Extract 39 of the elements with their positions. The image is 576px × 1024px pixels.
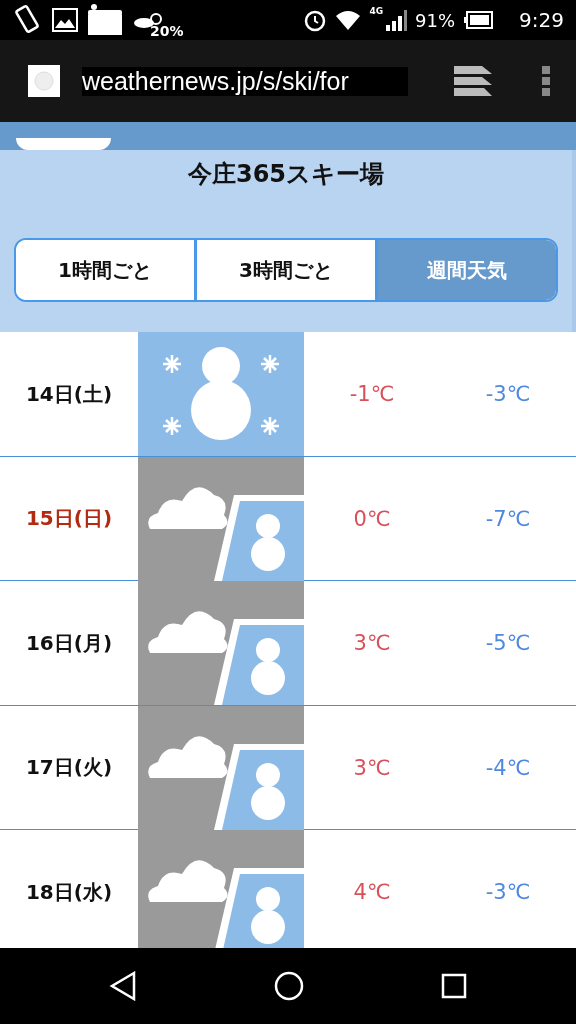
notification-percent: 20% xyxy=(150,23,184,39)
signal-icon xyxy=(385,9,408,31)
alarm-clock-icon xyxy=(303,8,328,32)
low-temperature: -3℃ xyxy=(484,382,532,406)
high-temperature: 4℃ xyxy=(352,880,392,904)
home-icon[interactable] xyxy=(274,971,304,1001)
date-label: 14日(土) xyxy=(24,380,114,408)
clock-time: 9:29 xyxy=(519,8,564,32)
header-button[interactable] xyxy=(16,138,111,150)
globe-icon xyxy=(28,65,60,97)
cloudy-snow-weather-icon xyxy=(138,456,304,581)
recent-apps-icon[interactable] xyxy=(441,973,468,999)
battery-percent: 91% xyxy=(415,9,456,31)
low-temperature: -3℃ xyxy=(484,880,532,904)
cooler-box-icon xyxy=(86,3,124,37)
date-label: 18日(水) xyxy=(24,878,114,906)
network-type: 4G xyxy=(369,6,384,16)
low-temperature: -7℃ xyxy=(484,506,532,531)
resort-name: 今庄365スキー場 xyxy=(187,159,385,190)
low-temperature: -5℃ xyxy=(484,631,532,655)
high-temperature: 0℃ xyxy=(352,506,392,531)
high-temperature: 3℃ xyxy=(352,755,392,780)
cloudy-snow-weather-icon xyxy=(138,830,304,948)
snow-weather-icon xyxy=(138,332,304,456)
date-label: 16日(月) xyxy=(24,629,114,657)
image-icon xyxy=(52,7,78,33)
wifi-icon xyxy=(335,9,362,31)
battery-icon xyxy=(463,11,494,29)
cloudy-snow-weather-icon xyxy=(138,705,304,830)
low-temperature: -4℃ xyxy=(484,755,532,780)
menu-icon[interactable] xyxy=(542,66,550,96)
date-label: 17日(火) xyxy=(24,754,114,781)
high-temperature: -1℃ xyxy=(348,382,396,406)
tabs-icon[interactable] xyxy=(454,66,492,96)
url-field[interactable]: weathernews.jp/s/ski/for xyxy=(82,66,408,96)
back-icon[interactable] xyxy=(108,971,137,1001)
cloudy-snow-weather-icon xyxy=(138,581,304,705)
date-label: 15日(日) xyxy=(24,505,114,532)
high-temperature: 3℃ xyxy=(352,631,392,655)
